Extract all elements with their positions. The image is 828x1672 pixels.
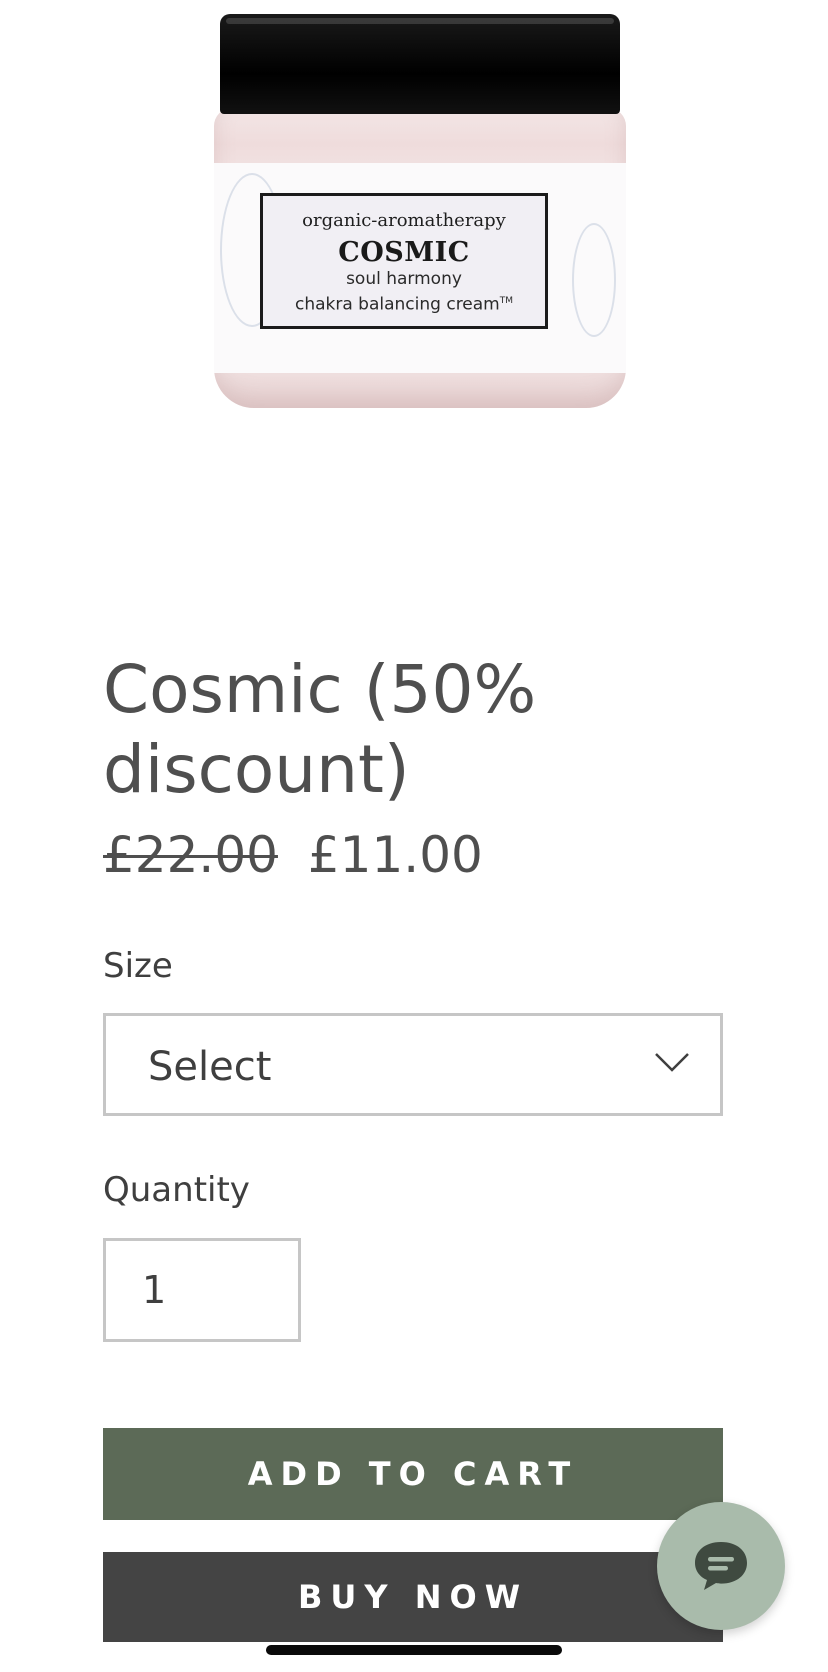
chat-icon bbox=[695, 1542, 747, 1590]
jar-lid bbox=[220, 14, 620, 114]
quantity-input[interactable] bbox=[103, 1238, 301, 1342]
home-indicator bbox=[266, 1645, 562, 1655]
label-trademark: TM bbox=[499, 296, 514, 306]
quantity-label: Quantity bbox=[103, 1170, 250, 1210]
label-line: chakra balancing creamTM bbox=[263, 290, 545, 316]
price-row: £22.00 £11.00 bbox=[103, 826, 483, 884]
jar-label: organic-aromatherapy COSMIC soul harmony… bbox=[260, 193, 548, 329]
price-sale: £11.00 bbox=[307, 826, 483, 884]
label-line: soul harmony bbox=[346, 269, 462, 289]
size-label: Size bbox=[103, 946, 173, 986]
label-brand: organic-aromatherapy bbox=[302, 210, 506, 231]
label-line-text: chakra balancing cream bbox=[294, 294, 500, 315]
size-select-value: Select bbox=[148, 1044, 272, 1090]
add-to-cart-button[interactable]: ADD TO CART bbox=[103, 1428, 723, 1520]
jar-swirl-decoration bbox=[572, 223, 616, 337]
product-image[interactable]: organic-aromatherapy COSMIC soul harmony… bbox=[200, 0, 640, 420]
label-name: COSMIC bbox=[338, 237, 470, 268]
product-title: Cosmic (50% discount) bbox=[103, 651, 537, 808]
size-select[interactable]: Select bbox=[103, 1013, 723, 1116]
jar-body: organic-aromatherapy COSMIC soul harmony… bbox=[214, 108, 626, 408]
chat-button[interactable] bbox=[657, 1502, 785, 1630]
price-original: £22.00 bbox=[103, 826, 278, 884]
chevron-down-icon bbox=[655, 1053, 689, 1072]
buy-now-button[interactable]: BUY NOW bbox=[103, 1552, 723, 1642]
